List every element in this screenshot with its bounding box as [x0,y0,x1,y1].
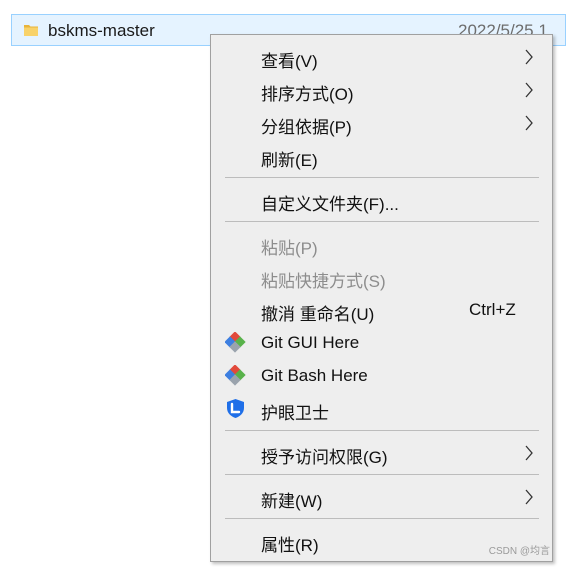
explorer-window: bskms-master 2022/5/25 1 查看(V) 排序方式(O) 分… [0,0,566,567]
menu-item-label: 新建(W) [261,492,323,511]
git-bash-icon [225,365,246,386]
menu-item-label: 查看(V) [261,52,318,71]
menu-item-label: 刷新(E) [261,151,318,170]
menu-item-eye-guard[interactable]: 护眼卫士 [211,392,552,425]
menu-separator [225,221,539,222]
menu-item-label: 撤消 重命名(U) [261,305,375,324]
menu-item-label: 护眼卫士 [261,404,329,423]
menu-item-sort-by[interactable]: 排序方式(O) [211,73,552,106]
menu-item-customize-folder[interactable]: 自定义文件夹(F)... [211,183,552,216]
menu-item-shortcut: Ctrl+Z [469,300,516,319]
menu-item-label: 属性(R) [261,536,319,555]
menu-item-paste-shortcut: 粘贴快捷方式(S) [211,260,552,293]
chevron-right-icon [525,49,533,65]
context-menu: 查看(V) 排序方式(O) 分组依据(P) 刷新(E) 自定义文件夹(F)...… [210,34,553,562]
menu-item-give-access[interactable]: 授予访问权限(G) [211,436,552,469]
file-name: bskms-master [48,21,155,40]
menu-item-label: Git GUI Here [261,333,360,352]
chevron-right-icon [525,445,533,461]
menu-item-label: 分组依据(P) [261,118,352,137]
menu-separator [225,177,539,178]
menu-item-label: 授予访问权限(G) [261,448,388,467]
chevron-right-icon [525,115,533,131]
menu-item-refresh[interactable]: 刷新(E) [211,139,552,172]
menu-item-new[interactable]: 新建(W) [211,480,552,513]
menu-item-label: 自定义文件夹(F)... [261,195,399,214]
menu-item-git-gui-here[interactable]: Git GUI Here [211,326,552,359]
chevron-right-icon [525,82,533,98]
menu-separator [225,474,539,475]
menu-item-label: 粘贴快捷方式(S) [261,272,386,291]
menu-item-undo-rename[interactable]: 撤消 重命名(U) Ctrl+Z [211,293,552,326]
git-gui-icon [225,332,246,353]
chevron-right-icon [525,489,533,505]
watermark: CSDN @均言 [488,546,550,557]
menu-separator [225,518,539,519]
menu-item-label: Git Bash Here [261,366,368,385]
menu-item-view[interactable]: 查看(V) [211,40,552,73]
menu-item-label: 排序方式(O) [261,85,354,104]
folder-icon [24,25,38,36]
menu-item-paste: 粘贴(P) [211,227,552,260]
menu-item-label: 粘贴(P) [261,239,318,258]
eye-guard-shield-icon [227,399,244,418]
menu-item-group-by[interactable]: 分组依据(P) [211,106,552,139]
menu-separator [225,430,539,431]
menu-item-git-bash-here[interactable]: Git Bash Here [211,359,552,392]
